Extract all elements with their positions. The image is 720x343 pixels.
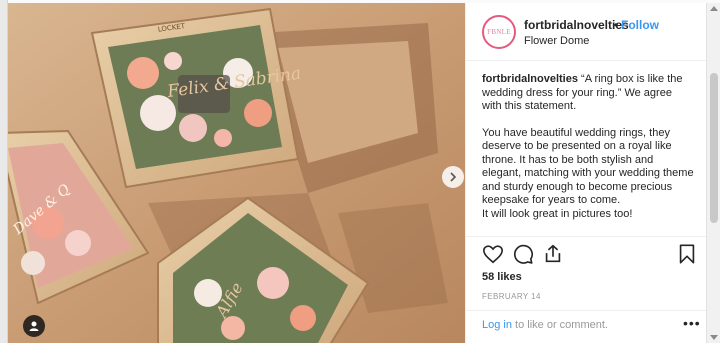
avatar[interactable]: FBNLE <box>482 15 516 49</box>
heart-icon[interactable] <box>482 243 504 265</box>
more-options-button[interactable]: ••• <box>683 315 701 331</box>
location-link[interactable]: Flower Dome <box>524 35 589 47</box>
post-caption: fortbridalnovelties “A ring box is like … <box>482 73 694 234</box>
action-bar <box>482 243 695 267</box>
next-image-button[interactable] <box>442 166 464 188</box>
ring-box-photo: Felix & Sabrina LOCKET Dave & Q Alfie <box>8 3 465 343</box>
caption-body: You have beautiful wedding rings, they d… <box>482 127 694 222</box>
tagged-user-button[interactable] <box>23 315 45 337</box>
caption-closing: It will look great in pictures too! <box>482 207 633 220</box>
ring-box-top: Felix & Sabrina LOCKET <box>90 7 302 189</box>
caption-username[interactable]: fortbridalnovelties <box>482 73 578 85</box>
window-edge <box>0 0 8 343</box>
username-link[interactable]: fortbridalnovelties <box>524 18 629 32</box>
browser-frame: Felix & Sabrina LOCKET Dave & Q Alfie FB… <box>0 0 720 343</box>
login-link[interactable]: Log in <box>482 319 512 331</box>
likes-count[interactable]: 58 likes <box>482 271 522 283</box>
post-date[interactable]: FEBRUARY 14 <box>482 292 541 301</box>
separator-dot: • <box>614 18 619 32</box>
scroll-down-arrow[interactable] <box>710 335 718 340</box>
scroll-up-arrow[interactable] <box>710 6 718 11</box>
bookmark-icon[interactable] <box>676 243 698 265</box>
share-icon[interactable] <box>542 243 564 265</box>
divider <box>466 310 707 311</box>
scrollbar-thumb[interactable] <box>710 73 718 223</box>
post-details-panel: FBNLE fortbridalnovelties • Follow Flowe… <box>465 3 707 343</box>
caption-body-text: You have beautiful wedding rings, they d… <box>482 126 694 207</box>
login-rest: to like or comment. <box>515 319 608 331</box>
divider <box>466 236 707 237</box>
post-image[interactable]: Felix & Sabrina LOCKET Dave & Q Alfie <box>8 3 465 343</box>
login-prompt: Log in to like or comment. <box>482 319 608 331</box>
follow-button[interactable]: Follow <box>621 18 659 32</box>
scrollbar[interactable] <box>706 3 720 343</box>
chevron-right-icon <box>450 172 457 182</box>
avatar-text: FBNLE <box>487 28 511 36</box>
post-header: FBNLE fortbridalnovelties • Follow Flowe… <box>466 3 707 61</box>
user-icon <box>29 321 39 331</box>
comment-icon[interactable] <box>512 243 534 265</box>
caption-first-paragraph: fortbridalnovelties “A ring box is like … <box>482 73 694 114</box>
